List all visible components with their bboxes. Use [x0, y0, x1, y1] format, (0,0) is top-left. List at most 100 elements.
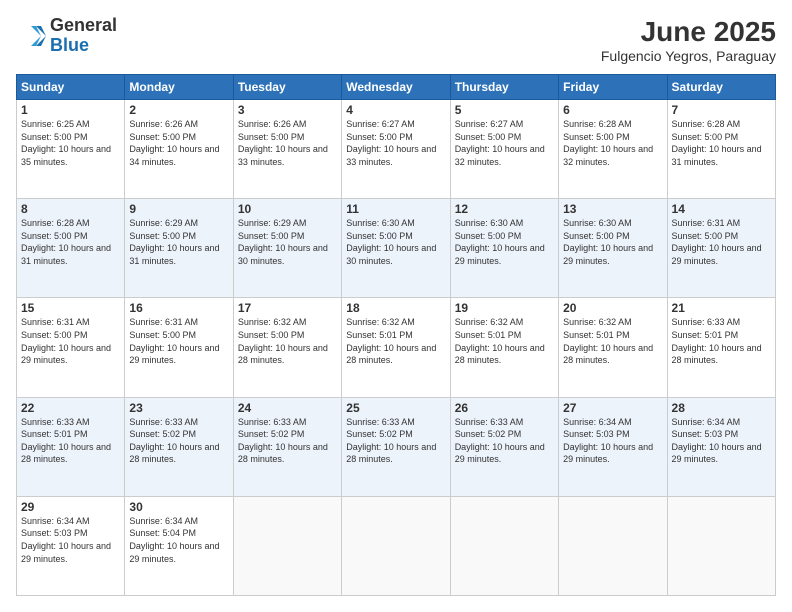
cell-info: Sunrise: 6:31 AMSunset: 5:00 PMDaylight:… [672, 217, 771, 267]
day-number: 2 [129, 103, 228, 117]
day-number: 29 [21, 500, 120, 514]
title-block: June 2025 Fulgencio Yegros, Paraguay [601, 16, 776, 64]
cell-info: Sunrise: 6:34 AMSunset: 5:03 PMDaylight:… [21, 515, 120, 565]
calendar-cell [342, 496, 450, 595]
calendar-week-row: 22Sunrise: 6:33 AMSunset: 5:01 PMDayligh… [17, 397, 776, 496]
month-title: June 2025 [601, 16, 776, 48]
calendar-table: SundayMondayTuesdayWednesdayThursdayFrid… [16, 74, 776, 596]
logo-blue-text: Blue [50, 36, 117, 56]
day-number: 13 [563, 202, 662, 216]
day-number: 8 [21, 202, 120, 216]
cell-info: Sunrise: 6:30 AMSunset: 5:00 PMDaylight:… [346, 217, 445, 267]
calendar-cell: 11Sunrise: 6:30 AMSunset: 5:00 PMDayligh… [342, 199, 450, 298]
calendar-cell: 26Sunrise: 6:33 AMSunset: 5:02 PMDayligh… [450, 397, 558, 496]
calendar-cell: 6Sunrise: 6:28 AMSunset: 5:00 PMDaylight… [559, 100, 667, 199]
cell-info: Sunrise: 6:29 AMSunset: 5:00 PMDaylight:… [129, 217, 228, 267]
calendar-cell: 27Sunrise: 6:34 AMSunset: 5:03 PMDayligh… [559, 397, 667, 496]
day-number: 20 [563, 301, 662, 315]
cell-info: Sunrise: 6:33 AMSunset: 5:02 PMDaylight:… [238, 416, 337, 466]
col-header-sunday: Sunday [17, 75, 125, 100]
calendar-week-row: 29Sunrise: 6:34 AMSunset: 5:03 PMDayligh… [17, 496, 776, 595]
calendar-cell: 14Sunrise: 6:31 AMSunset: 5:00 PMDayligh… [667, 199, 775, 298]
cell-info: Sunrise: 6:25 AMSunset: 5:00 PMDaylight:… [21, 118, 120, 168]
day-number: 11 [346, 202, 445, 216]
day-number: 7 [672, 103, 771, 117]
day-number: 4 [346, 103, 445, 117]
location-subtitle: Fulgencio Yegros, Paraguay [601, 48, 776, 64]
calendar-cell: 25Sunrise: 6:33 AMSunset: 5:02 PMDayligh… [342, 397, 450, 496]
day-number: 28 [672, 401, 771, 415]
cell-info: Sunrise: 6:33 AMSunset: 5:01 PMDaylight:… [21, 416, 120, 466]
cell-info: Sunrise: 6:28 AMSunset: 5:00 PMDaylight:… [672, 118, 771, 168]
cell-info: Sunrise: 6:34 AMSunset: 5:04 PMDaylight:… [129, 515, 228, 565]
col-header-monday: Monday [125, 75, 233, 100]
col-header-wednesday: Wednesday [342, 75, 450, 100]
calendar-cell: 7Sunrise: 6:28 AMSunset: 5:00 PMDaylight… [667, 100, 775, 199]
cell-info: Sunrise: 6:34 AMSunset: 5:03 PMDaylight:… [672, 416, 771, 466]
day-number: 21 [672, 301, 771, 315]
calendar-cell [667, 496, 775, 595]
calendar-cell: 1Sunrise: 6:25 AMSunset: 5:00 PMDaylight… [17, 100, 125, 199]
calendar-cell: 23Sunrise: 6:33 AMSunset: 5:02 PMDayligh… [125, 397, 233, 496]
cell-info: Sunrise: 6:33 AMSunset: 5:02 PMDaylight:… [129, 416, 228, 466]
col-header-thursday: Thursday [450, 75, 558, 100]
cell-info: Sunrise: 6:32 AMSunset: 5:01 PMDaylight:… [346, 316, 445, 366]
cell-info: Sunrise: 6:33 AMSunset: 5:01 PMDaylight:… [672, 316, 771, 366]
calendar-cell: 3Sunrise: 6:26 AMSunset: 5:00 PMDaylight… [233, 100, 341, 199]
cell-info: Sunrise: 6:27 AMSunset: 5:00 PMDaylight:… [346, 118, 445, 168]
calendar-cell: 16Sunrise: 6:31 AMSunset: 5:00 PMDayligh… [125, 298, 233, 397]
calendar-cell: 15Sunrise: 6:31 AMSunset: 5:00 PMDayligh… [17, 298, 125, 397]
calendar-cell: 18Sunrise: 6:32 AMSunset: 5:01 PMDayligh… [342, 298, 450, 397]
col-header-tuesday: Tuesday [233, 75, 341, 100]
day-number: 16 [129, 301, 228, 315]
cell-info: Sunrise: 6:28 AMSunset: 5:00 PMDaylight:… [563, 118, 662, 168]
cell-info: Sunrise: 6:33 AMSunset: 5:02 PMDaylight:… [455, 416, 554, 466]
col-header-friday: Friday [559, 75, 667, 100]
calendar-cell: 8Sunrise: 6:28 AMSunset: 5:00 PMDaylight… [17, 199, 125, 298]
logo: General Blue [16, 16, 117, 56]
day-number: 26 [455, 401, 554, 415]
cell-info: Sunrise: 6:30 AMSunset: 5:00 PMDaylight:… [455, 217, 554, 267]
calendar-cell [233, 496, 341, 595]
calendar-cell: 17Sunrise: 6:32 AMSunset: 5:00 PMDayligh… [233, 298, 341, 397]
calendar-week-row: 15Sunrise: 6:31 AMSunset: 5:00 PMDayligh… [17, 298, 776, 397]
cell-info: Sunrise: 6:26 AMSunset: 5:00 PMDaylight:… [129, 118, 228, 168]
cell-info: Sunrise: 6:33 AMSunset: 5:02 PMDaylight:… [346, 416, 445, 466]
calendar-cell: 9Sunrise: 6:29 AMSunset: 5:00 PMDaylight… [125, 199, 233, 298]
header: General Blue June 2025 Fulgencio Yegros,… [16, 16, 776, 64]
day-number: 15 [21, 301, 120, 315]
cell-info: Sunrise: 6:31 AMSunset: 5:00 PMDaylight:… [129, 316, 228, 366]
day-number: 3 [238, 103, 337, 117]
calendar-header-row: SundayMondayTuesdayWednesdayThursdayFrid… [17, 75, 776, 100]
day-number: 25 [346, 401, 445, 415]
calendar-cell: 22Sunrise: 6:33 AMSunset: 5:01 PMDayligh… [17, 397, 125, 496]
day-number: 5 [455, 103, 554, 117]
calendar-cell: 4Sunrise: 6:27 AMSunset: 5:00 PMDaylight… [342, 100, 450, 199]
calendar-cell: 20Sunrise: 6:32 AMSunset: 5:01 PMDayligh… [559, 298, 667, 397]
col-header-saturday: Saturday [667, 75, 775, 100]
logo-icon [16, 21, 46, 51]
calendar-cell: 30Sunrise: 6:34 AMSunset: 5:04 PMDayligh… [125, 496, 233, 595]
calendar-cell: 21Sunrise: 6:33 AMSunset: 5:01 PMDayligh… [667, 298, 775, 397]
cell-info: Sunrise: 6:31 AMSunset: 5:00 PMDaylight:… [21, 316, 120, 366]
day-number: 30 [129, 500, 228, 514]
day-number: 22 [21, 401, 120, 415]
day-number: 18 [346, 301, 445, 315]
page: General Blue June 2025 Fulgencio Yegros,… [0, 0, 792, 612]
day-number: 9 [129, 202, 228, 216]
cell-info: Sunrise: 6:30 AMSunset: 5:00 PMDaylight:… [563, 217, 662, 267]
day-number: 10 [238, 202, 337, 216]
calendar-cell: 13Sunrise: 6:30 AMSunset: 5:00 PMDayligh… [559, 199, 667, 298]
calendar-cell: 24Sunrise: 6:33 AMSunset: 5:02 PMDayligh… [233, 397, 341, 496]
day-number: 1 [21, 103, 120, 117]
calendar-week-row: 1Sunrise: 6:25 AMSunset: 5:00 PMDaylight… [17, 100, 776, 199]
day-number: 17 [238, 301, 337, 315]
cell-info: Sunrise: 6:32 AMSunset: 5:01 PMDaylight:… [563, 316, 662, 366]
calendar-cell: 12Sunrise: 6:30 AMSunset: 5:00 PMDayligh… [450, 199, 558, 298]
day-number: 6 [563, 103, 662, 117]
calendar-cell: 28Sunrise: 6:34 AMSunset: 5:03 PMDayligh… [667, 397, 775, 496]
day-number: 14 [672, 202, 771, 216]
cell-info: Sunrise: 6:26 AMSunset: 5:00 PMDaylight:… [238, 118, 337, 168]
calendar-cell: 5Sunrise: 6:27 AMSunset: 5:00 PMDaylight… [450, 100, 558, 199]
calendar-week-row: 8Sunrise: 6:28 AMSunset: 5:00 PMDaylight… [17, 199, 776, 298]
